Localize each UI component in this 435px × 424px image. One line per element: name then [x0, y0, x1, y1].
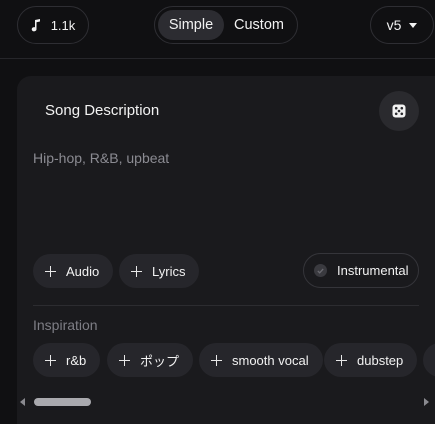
- song-description-title: Song Description: [45, 102, 160, 119]
- dice-icon: [392, 104, 406, 118]
- scroll-left-arrow-icon[interactable]: [20, 398, 25, 406]
- plus-icon: [45, 354, 56, 366]
- version-label: v5: [386, 17, 402, 33]
- inspiration-tag[interactable]: r&b: [33, 343, 101, 377]
- add-lyrics-label: Lyrics: [152, 263, 186, 279]
- add-audio-label: Audio: [66, 263, 100, 279]
- plus-icon: [211, 354, 222, 366]
- create-panel: Song Description Hip-hop, R&B, upbeat Au…: [17, 76, 435, 424]
- inspiration-tag[interactable]: dubstep: [324, 343, 418, 377]
- inspiration-label: Inspiration: [33, 317, 98, 333]
- inspiration-tag[interactable]: ポップ: [107, 343, 194, 377]
- music-note-icon: [31, 18, 40, 31]
- scroll-right-arrow-icon[interactable]: [424, 398, 429, 406]
- inspiration-tag-label: smooth vocal: [232, 352, 309, 368]
- plus-icon: [336, 354, 347, 366]
- plus-icon: [45, 265, 56, 277]
- tab-custom[interactable]: Custom: [224, 10, 294, 40]
- mode-toggle: Simple Custom: [154, 6, 298, 44]
- inspiration-tag[interactable]: smooth vocal: [199, 343, 323, 377]
- version-dropdown[interactable]: v5: [370, 6, 434, 44]
- tab-simple[interactable]: Simple: [158, 10, 224, 40]
- inspiration-tag-label: ポップ: [140, 353, 180, 369]
- inspiration-tag[interactable]: [423, 343, 435, 377]
- instrumental-label: Instrumental: [337, 263, 409, 278]
- check-icon: [314, 264, 327, 277]
- song-description-input[interactable]: Hip-hop, R&B, upbeat: [33, 150, 169, 166]
- add-lyrics-button[interactable]: Lyrics: [119, 254, 200, 288]
- add-audio-button[interactable]: Audio: [33, 254, 114, 288]
- credits-button[interactable]: 1.1k: [17, 6, 89, 44]
- credits-count: 1.1k: [50, 17, 76, 33]
- top-bar: 1.1k Simple Custom v5: [0, 0, 435, 59]
- instrumental-toggle[interactable]: Instrumental: [303, 253, 419, 288]
- plus-icon: [119, 354, 130, 366]
- plus-icon: [131, 265, 142, 277]
- inspiration-tag-label: dubstep: [357, 352, 404, 368]
- random-prompt-button[interactable]: [379, 91, 419, 131]
- inspiration-tag-label: r&b: [66, 352, 87, 368]
- horizontal-scrollbar[interactable]: [34, 398, 91, 406]
- chevron-down-icon: [409, 22, 418, 28]
- divider: [33, 305, 419, 306]
